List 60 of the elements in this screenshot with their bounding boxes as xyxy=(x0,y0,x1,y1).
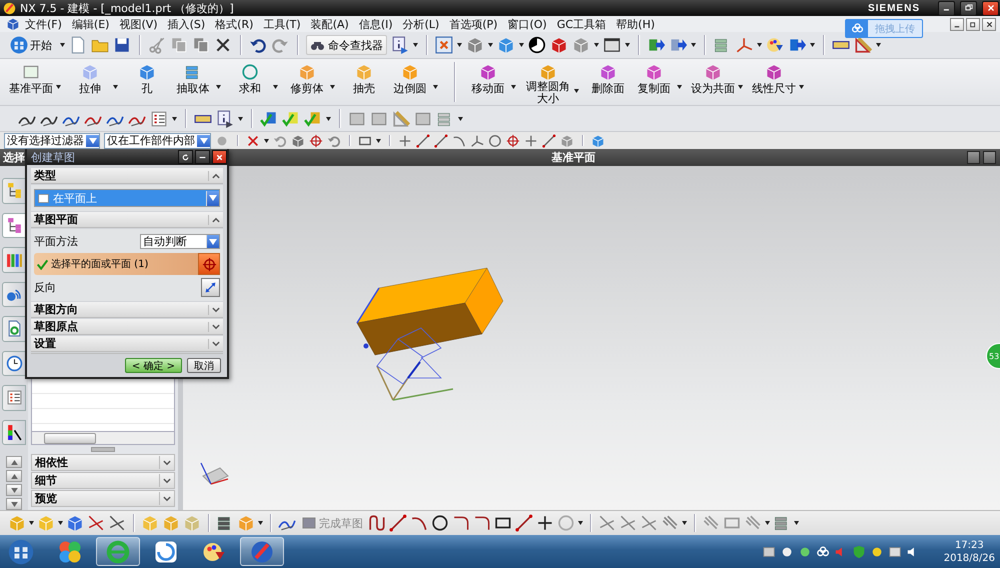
toolbar-button[interactable]: 设为共面 xyxy=(688,61,738,98)
toolbar-button[interactable]: 删除面 xyxy=(585,61,631,98)
dialog-button[interactable]: 取消 xyxy=(187,358,221,373)
section-header[interactable]: 草图平面 xyxy=(31,212,223,228)
clock-date: 2018/8/26 xyxy=(944,552,995,564)
toolbar-button[interactable]: 抽壳 xyxy=(341,61,387,98)
toolbar-button[interactable]: 修剪体 xyxy=(284,61,330,98)
menu-item[interactable]: 信息(I) xyxy=(354,16,398,32)
section-header[interactable]: 草图方向 xyxy=(31,302,223,318)
toolbar-button[interactable]: 求和 xyxy=(227,61,273,98)
section-title: 草图原点 xyxy=(34,319,78,334)
menu-item[interactable]: 首选项(P) xyxy=(444,16,503,32)
navigator-title: 选择 xyxy=(3,150,25,165)
dialog-title: 创建草图 xyxy=(31,150,76,164)
panel-header[interactable]: 细节 xyxy=(31,472,175,489)
viewport-title: 基准平面 xyxy=(552,150,596,165)
selection-filter-dropdown[interactable]: 没有选择过滤器 xyxy=(4,132,100,148)
command-finder-button[interactable]: 命令查找器 xyxy=(306,35,387,55)
panel-header[interactable]: 相依性 xyxy=(31,454,175,471)
menu-item[interactable]: 视图(V) xyxy=(114,16,163,32)
toolbar-button[interactable]: 复制面 xyxy=(631,61,677,98)
menu-item[interactable]: 装配(A) xyxy=(306,16,354,32)
toolbar-button[interactable]: 调整圆角大小 xyxy=(522,61,574,107)
menu-item[interactable]: 文件(F) xyxy=(20,16,67,32)
panel-title: 预览 xyxy=(35,491,57,506)
selection-step[interactable]: 选择平的面或平面 (1) xyxy=(34,253,220,275)
section-title: 草图平面 xyxy=(34,212,78,227)
section-title: 类型 xyxy=(34,168,56,183)
brand-logo: SIEMENS xyxy=(868,2,920,14)
toolbar-button[interactable]: 线性尺寸 xyxy=(749,61,799,98)
section-title: 草图方向 xyxy=(34,302,78,317)
selection-scope-dropdown[interactable]: 仅在工作部件内部 xyxy=(104,132,211,148)
toolbar-button[interactable]: 边倒圆 xyxy=(387,61,433,98)
plane-method-dropdown[interactable]: 自动判断 xyxy=(140,234,220,249)
toolbar-button[interactable]: 拉伸 xyxy=(67,61,113,98)
menu-item[interactable]: 分析(L) xyxy=(398,16,444,32)
menu-item[interactable]: 插入(S) xyxy=(162,16,210,32)
menu-item[interactable]: 格式(R) xyxy=(210,16,258,32)
section-header[interactable]: 类型 xyxy=(31,168,223,184)
menu-item[interactable]: 窗口(O) xyxy=(502,16,552,32)
field-label: 平面方法 xyxy=(34,234,78,249)
toolbar-button[interactable]: 抽取体 xyxy=(170,61,216,98)
section-header[interactable]: 设置 xyxy=(31,336,223,352)
panel-header[interactable]: 预览 xyxy=(31,490,175,507)
menu-item[interactable]: GC工具箱 xyxy=(552,16,612,32)
toolbar-button[interactable]: 基准平面 xyxy=(6,61,56,98)
panel-title: 相依性 xyxy=(35,455,68,470)
menu-item[interactable]: 工具(T) xyxy=(258,16,306,32)
window-title: NX 7.5 - 建模 - [_model1.prt （修改的）] xyxy=(20,0,235,16)
field-label: 反向 xyxy=(34,280,56,295)
section-header[interactable]: 草图原点 xyxy=(31,319,223,335)
toolbar-button[interactable]: 移动面 xyxy=(465,61,511,98)
menu-item[interactable]: 帮助(H) xyxy=(611,16,660,32)
clock-time: 17:23 xyxy=(954,538,984,552)
panel-title: 细节 xyxy=(35,473,57,488)
dialog-button[interactable]: < 确定 > xyxy=(124,358,182,373)
menu-item[interactable]: 编辑(E) xyxy=(66,16,114,32)
toolbar-button[interactable]: 孔 xyxy=(124,61,170,98)
start-menu-button[interactable]: 开始 xyxy=(6,34,56,56)
section-title: 设置 xyxy=(34,336,56,351)
